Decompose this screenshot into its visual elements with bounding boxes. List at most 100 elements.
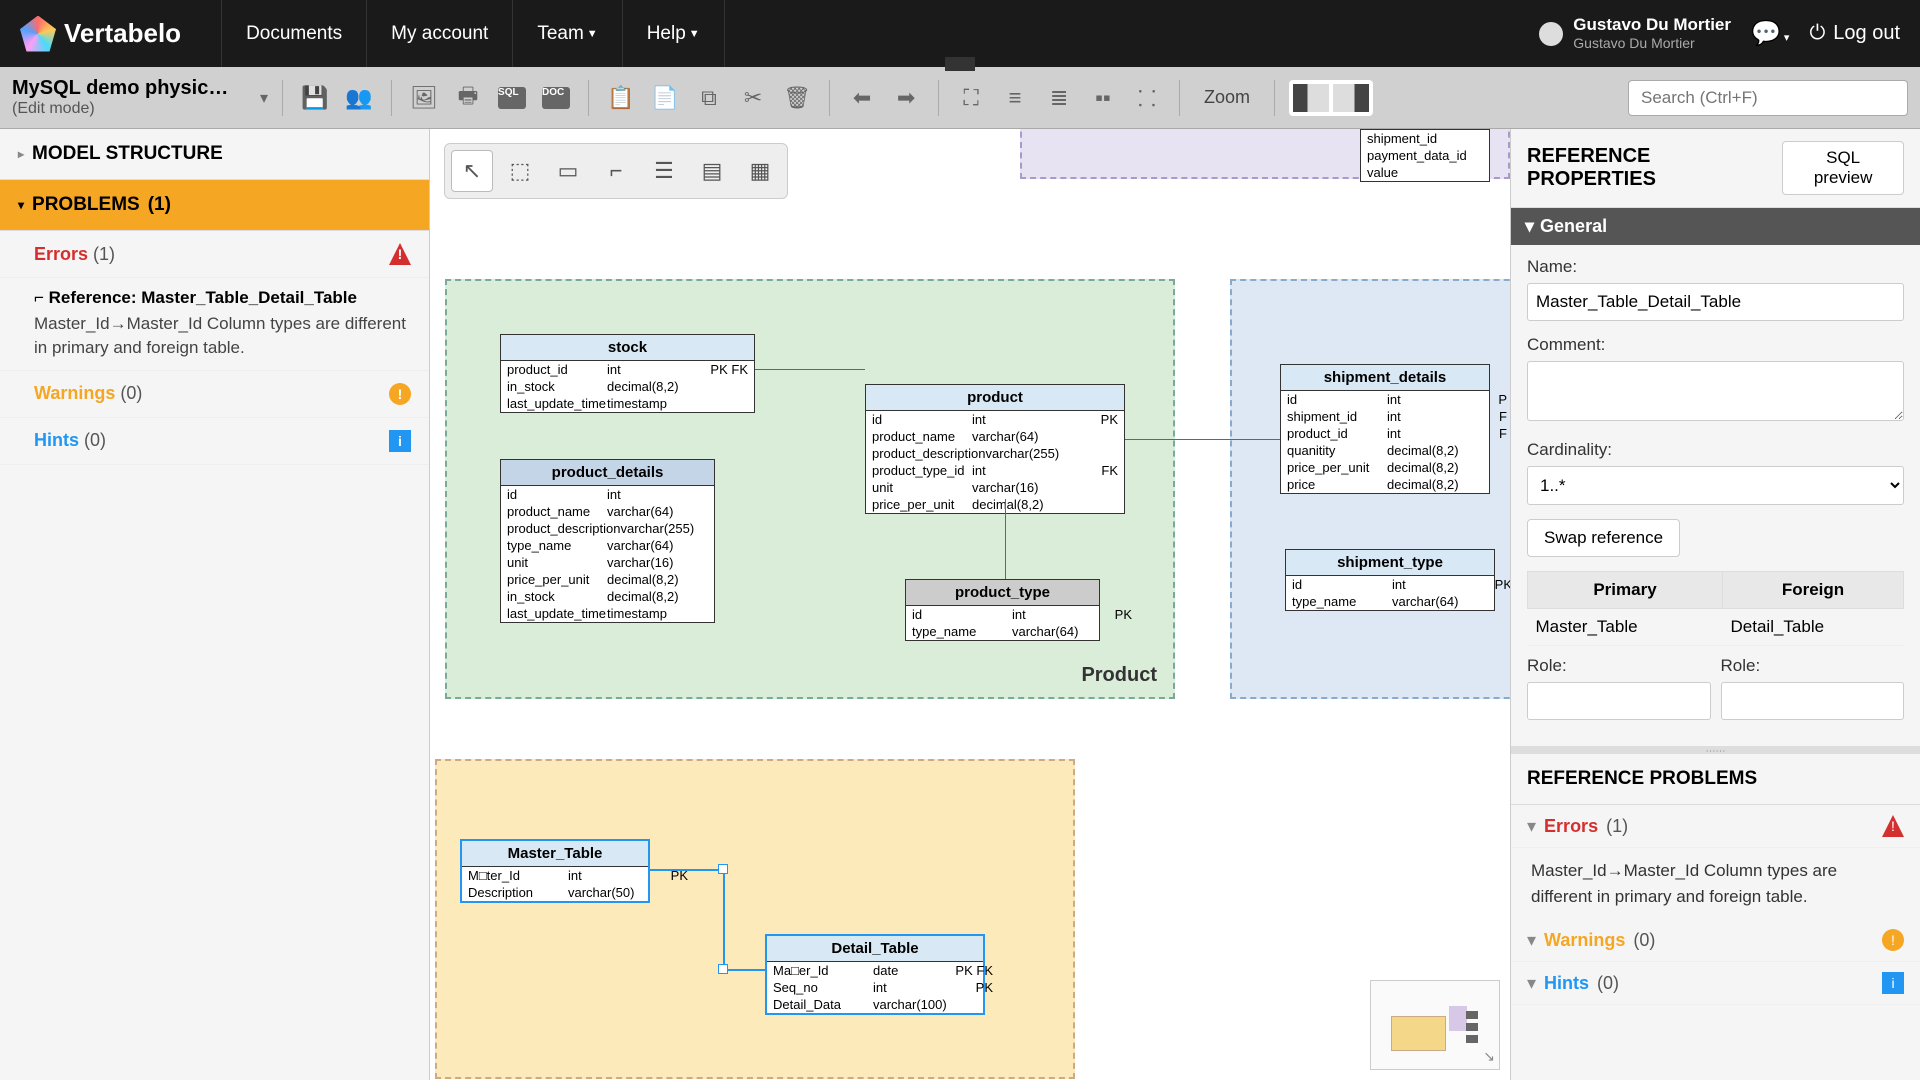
entity-column-row[interactable]: quanititydecimal(8,2) <box>1281 442 1489 459</box>
relationship-line-selected[interactable] <box>723 869 725 969</box>
entity-product-type[interactable]: product_type idintPKtype_namevarchar(64) <box>905 579 1100 641</box>
relationship-handle[interactable] <box>718 864 728 874</box>
entity-column-row[interactable]: price_per_unitdecimal(8,2) <box>501 571 714 588</box>
entity-column-row[interactable]: unitvarchar(16) <box>501 554 714 571</box>
ref-hints-row[interactable]: ▾ Hints (0) i <box>1511 962 1920 1005</box>
logo[interactable]: Vertabelo <box>20 16 181 52</box>
entity-shipment-details[interactable]: shipment_details idintPshipment_idintFpr… <box>1280 364 1490 494</box>
relationship-line-selected[interactable] <box>723 969 765 971</box>
share-icon[interactable]: 👥 <box>341 80 377 116</box>
print-icon[interactable]: 🖶 <box>450 80 486 116</box>
duplicate-icon[interactable]: ⧉ <box>691 80 727 116</box>
doc-export-button[interactable]: DOC <box>538 80 574 116</box>
chat-icon[interactable]: 💬▾ <box>1751 19 1789 48</box>
entity-partial[interactable]: shipment_id payment_data_id value <box>1360 129 1490 182</box>
paste-icon[interactable]: 📄 <box>647 80 683 116</box>
entity-column-row[interactable]: idint <box>501 486 714 503</box>
role-input-primary[interactable] <box>1527 682 1711 720</box>
entity-stock[interactable]: stock product_idintPK FKin_stockdecimal(… <box>500 334 755 413</box>
entity-column-row[interactable]: product_idintPK FK <box>501 361 754 378</box>
sql-export-button[interactable]: SQL <box>494 80 530 116</box>
entity-column-row[interactable]: product_namevarchar(64) <box>866 428 1124 445</box>
fit-icon[interactable]: ⛶ <box>953 80 989 116</box>
problem-detail[interactable]: ⌐ Reference: Master_Table_Detail_Table M… <box>0 278 429 371</box>
entity-column-row[interactable]: type_namevarchar(64) <box>1286 593 1494 610</box>
search-input[interactable] <box>1628 80 1908 116</box>
entity-column-row[interactable]: Ma□er_IddatePK FK <box>767 962 983 979</box>
ref-errors-row[interactable]: ▾ Errors (1) ! <box>1511 805 1920 848</box>
relationship-line[interactable] <box>755 369 865 370</box>
warnings-row[interactable]: Warnings (0) ! <box>0 371 429 418</box>
doc-title-block[interactable]: MySQL demo physic… (Edit mode) <box>12 77 242 118</box>
delete-icon[interactable]: 🗑 <box>779 80 815 116</box>
entity-column-row[interactable]: idintPK <box>906 606 1099 623</box>
entity-column-row[interactable]: Descriptionvarchar(50) <box>462 884 648 901</box>
add-area-icon[interactable]: ▦ <box>739 150 781 192</box>
add-note-icon[interactable]: ▤ <box>691 150 733 192</box>
layout-left-button[interactable] <box>1293 84 1329 112</box>
area-yellow[interactable] <box>435 759 1075 1079</box>
entity-column-row[interactable]: type_namevarchar(64) <box>906 623 1099 640</box>
pointer-tool-icon[interactable]: ↖ <box>451 150 493 192</box>
entity-column-row[interactable]: product_idintF <box>1281 425 1489 442</box>
entity-column-row[interactable]: idintP <box>1281 391 1489 408</box>
align-left-icon[interactable]: ≡ <box>997 80 1033 116</box>
minimap[interactable]: ↘ <box>1370 980 1500 1070</box>
cardinality-select[interactable]: 1..* <box>1527 466 1904 505</box>
chevron-down-icon[interactable]: ▾ <box>260 88 268 108</box>
swap-reference-button[interactable]: Swap reference <box>1527 519 1680 557</box>
relationship-handle[interactable] <box>718 964 728 974</box>
entity-column-row[interactable]: unitvarchar(16) <box>866 479 1124 496</box>
sql-preview-button[interactable]: SQL preview <box>1782 141 1904 195</box>
relationship-line[interactable] <box>1125 439 1280 440</box>
canvas[interactable]: shipment_id payment_data_id value Produc… <box>430 129 1510 1080</box>
undo-icon[interactable]: ⬅ <box>844 80 880 116</box>
general-section-header[interactable]: ▾ General <box>1511 208 1920 245</box>
model-structure-header[interactable]: ▸ MODEL STRUCTURE <box>0 129 429 180</box>
user-block[interactable]: Gustavo Du Mortier Gustavo Du Mortier <box>1539 15 1731 52</box>
redo-icon[interactable]: ➡ <box>888 80 924 116</box>
errors-row[interactable]: Errors (1) ! <box>0 231 429 278</box>
nav-my-account[interactable]: My account <box>367 0 513 67</box>
nav-team[interactable]: Team▼ <box>513 0 622 67</box>
entity-column-row[interactable]: price_per_unitdecimal(8,2) <box>866 496 1124 513</box>
hints-row[interactable]: Hints (0) i <box>0 418 429 465</box>
layout-right-button[interactable] <box>1333 84 1369 112</box>
nav-help[interactable]: Help▼ <box>623 0 725 67</box>
distribute-v-icon[interactable]: ⸬ <box>1129 80 1165 116</box>
entity-column-row[interactable]: idintPK <box>1286 576 1494 593</box>
entity-column-row[interactable]: shipment_idintF <box>1281 408 1489 425</box>
entity-column-row[interactable]: price_per_unitdecimal(8,2) <box>1281 459 1489 476</box>
add-reference-icon[interactable]: ⌐ <box>595 150 637 192</box>
entity-master-table[interactable]: Master_Table M□ter_IdintPKDescriptionvar… <box>460 839 650 903</box>
distribute-h-icon[interactable]: ▪▪ <box>1085 80 1121 116</box>
name-input[interactable] <box>1527 283 1904 321</box>
entity-column-row[interactable]: product_type_idintFK <box>866 462 1124 479</box>
ref-warnings-row[interactable]: ▾ Warnings (0) ! <box>1511 919 1920 962</box>
align-right-icon[interactable]: ≣ <box>1041 80 1077 116</box>
entity-column-row[interactable]: last_update_timetimestamp <box>501 605 714 622</box>
entity-column-row[interactable]: product_descriptionvarchar(255) <box>501 520 714 537</box>
entity-column-row[interactable]: product_namevarchar(64) <box>501 503 714 520</box>
nav-documents[interactable]: Documents <box>221 0 367 67</box>
entity-column-row[interactable]: last_update_timetimestamp <box>501 395 754 412</box>
entity-column-row[interactable]: product_descriptionvarchar(255) <box>866 445 1124 462</box>
relationship-line[interactable] <box>1005 499 1006 579</box>
copy-icon[interactable]: 📋 <box>603 80 639 116</box>
select-area-icon[interactable]: ⬚ <box>499 150 541 192</box>
entity-column-row[interactable]: Seq_nointPK <box>767 979 983 996</box>
role-input-foreign[interactable] <box>1721 682 1905 720</box>
entity-product-details[interactable]: product_details idintproduct_namevarchar… <box>500 459 715 623</box>
save-icon[interactable]: 💾 <box>297 80 333 116</box>
logout-button[interactable]: ⏻ Log out <box>1809 22 1900 45</box>
entity-column-row[interactable]: pricedecimal(8,2) <box>1281 476 1489 493</box>
zoom-label[interactable]: Zoom <box>1204 87 1250 108</box>
add-view-icon[interactable]: ☰ <box>643 150 685 192</box>
relationship-line-selected[interactable] <box>650 869 725 871</box>
entity-column-row[interactable]: type_namevarchar(64) <box>501 537 714 554</box>
entity-column-row[interactable]: Detail_Datavarchar(100) <box>767 996 983 1013</box>
entity-detail-table[interactable]: Detail_Table Ma□er_IddatePK FKSeq_nointP… <box>765 934 985 1015</box>
entity-column-row[interactable]: in_stockdecimal(8,2) <box>501 378 754 395</box>
entity-product[interactable]: product idintPKproduct_namevarchar(64)pr… <box>865 384 1125 514</box>
image-export-icon[interactable]: 🖼 <box>406 80 442 116</box>
